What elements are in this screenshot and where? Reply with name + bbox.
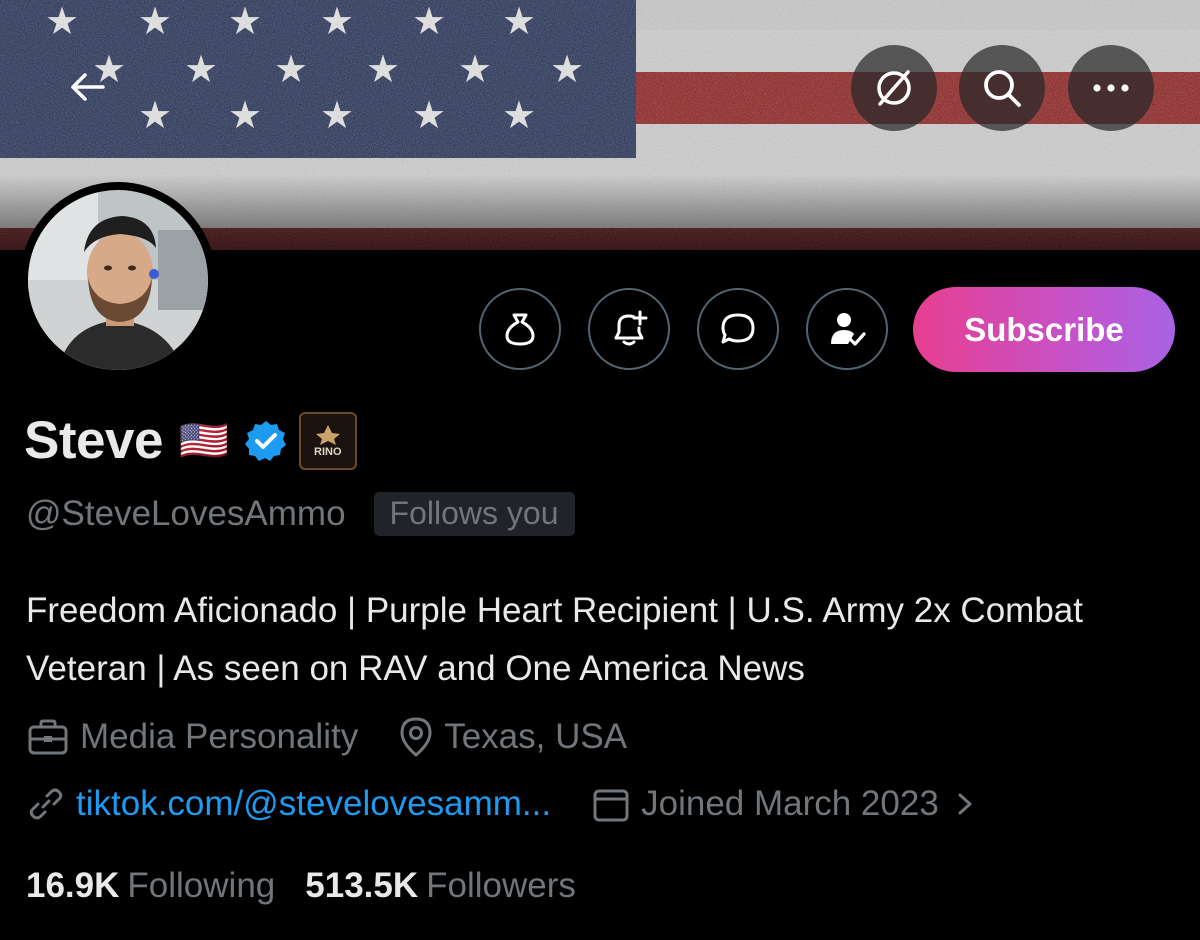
profile-meta-row: Media Personality Texas, USA	[26, 716, 627, 758]
back-button[interactable]	[44, 44, 130, 130]
category-item: Media Personality	[26, 717, 358, 757]
location-pin-icon	[400, 717, 432, 757]
followers-count: 513.5K	[305, 866, 419, 905]
affiliate-badge[interactable]: RINO	[298, 411, 357, 470]
verified-badge-icon[interactable]	[243, 418, 289, 464]
notifications-button[interactable]	[588, 288, 670, 370]
subscribe-button[interactable]: Subscribe	[913, 287, 1175, 372]
briefcase-icon	[28, 719, 68, 755]
profile-joined-date: Joined March 2023	[641, 784, 939, 823]
profile-stats: 16.9K Following 513.5K Followers	[26, 866, 576, 906]
grok-button[interactable]	[851, 45, 937, 131]
website-item[interactable]: tiktok.com/@stevelovesamm...	[26, 784, 551, 824]
message-button[interactable]	[697, 288, 779, 370]
badge-emblem-icon	[315, 424, 340, 445]
follows-you-badge: Follows you	[373, 492, 575, 536]
tip-bag-icon	[505, 313, 535, 346]
avatar-photo	[28, 190, 208, 370]
message-bubble-icon	[721, 313, 755, 344]
calendar-icon	[593, 789, 629, 822]
followers-stat[interactable]: 513.5K Followers	[305, 866, 576, 906]
profile-bio: Freedom Aficionado | Purple Heart Recipi…	[26, 591, 1083, 688]
us-flag-emoji: 🇺🇸	[178, 419, 229, 463]
notification-bell-plus-icon	[614, 310, 648, 346]
following-label: Following	[127, 866, 276, 905]
following-count: 16.9K	[26, 866, 120, 905]
link-icon	[29, 788, 63, 820]
profile-name-row: Steve 🇺🇸 RINO	[24, 410, 357, 471]
affiliate-badge-text: RINO	[314, 445, 342, 458]
following-stat[interactable]: 16.9K Following	[26, 866, 275, 906]
following-check-icon	[831, 313, 866, 346]
grok-icon	[877, 70, 911, 106]
more-icon	[1093, 84, 1129, 92]
profile-website-link[interactable]: tiktok.com/@stevelovesamm...	[76, 784, 551, 824]
joined-item[interactable]: Joined March 2023	[591, 784, 987, 824]
arrow-left-icon	[71, 73, 105, 101]
profile-handle-row: @SteveLovesAmmo Follows you	[26, 492, 575, 536]
more-button[interactable]	[1068, 45, 1154, 131]
profile-handle: @SteveLovesAmmo	[26, 494, 346, 533]
search-icon	[984, 70, 1021, 107]
location-item: Texas, USA	[398, 716, 627, 758]
tip-button[interactable]	[479, 288, 561, 370]
following-button[interactable]	[806, 288, 888, 370]
profile-name: Steve	[24, 411, 163, 470]
profile-location: Texas, USA	[444, 717, 628, 756]
chevron-right-icon	[958, 793, 972, 815]
profile-avatar[interactable]	[20, 182, 216, 378]
profile-category: Media Personality	[80, 717, 359, 756]
followers-label: Followers	[426, 866, 576, 905]
profile-meta-row-2: tiktok.com/@stevelovesamm... Joined Marc…	[26, 784, 987, 824]
search-button[interactable]	[959, 45, 1045, 131]
